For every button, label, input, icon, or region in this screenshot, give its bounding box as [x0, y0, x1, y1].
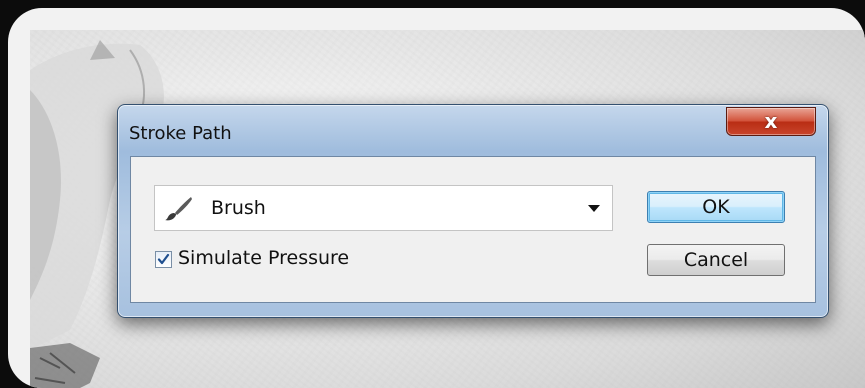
dialog-title: Stroke Path	[129, 123, 232, 144]
simulate-pressure-checkbox[interactable]	[155, 251, 172, 268]
figure-fragment	[30, 343, 100, 388]
close-icon: x	[764, 109, 778, 133]
dialog-content: Brush Simulate Pressure OK Cancel	[130, 156, 816, 303]
simulate-pressure-label[interactable]: Simulate Pressure	[178, 247, 349, 269]
checkmark-icon	[157, 253, 170, 265]
tool-select[interactable]: Brush	[154, 185, 613, 231]
chevron-down-icon[interactable]	[588, 205, 600, 212]
ok-button[interactable]: OK	[647, 191, 785, 223]
cancel-button[interactable]: Cancel	[647, 244, 785, 276]
brush-icon	[165, 197, 192, 221]
dialog-titlebar[interactable]: Stroke Path x	[118, 105, 828, 155]
stroke-path-dialog: Stroke Path x Brush Simulate Pressure OK…	[117, 104, 829, 318]
close-button[interactable]: x	[726, 107, 816, 136]
tool-select-value: Brush	[211, 197, 266, 219]
